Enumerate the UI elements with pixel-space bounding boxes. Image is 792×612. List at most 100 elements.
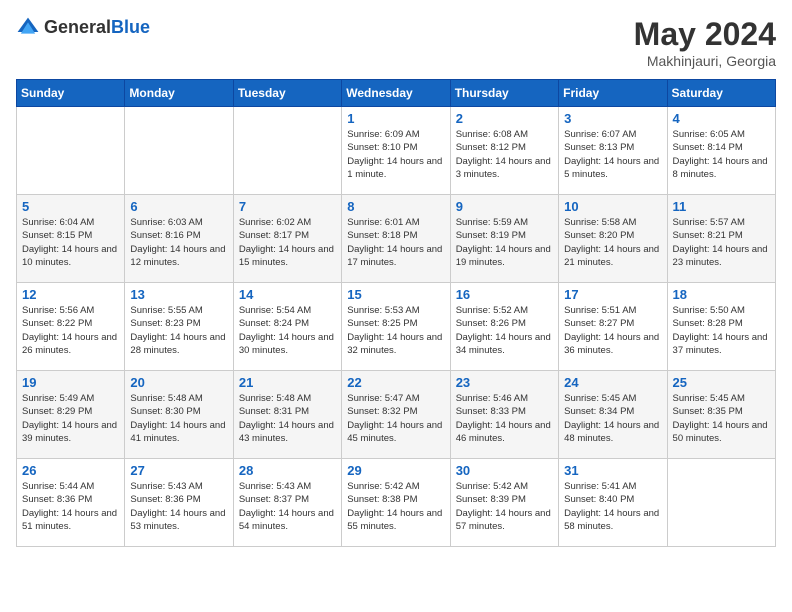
day-number: 22 [347, 375, 444, 390]
calendar-cell: 2 Sunrise: 6:08 AMSunset: 8:12 PMDayligh… [450, 107, 558, 195]
day-header: Wednesday [342, 80, 450, 107]
day-number: 27 [130, 463, 227, 478]
day-number: 26 [22, 463, 119, 478]
day-detail: Sunrise: 5:49 AMSunset: 8:29 PMDaylight:… [22, 393, 117, 444]
calendar-cell: 7 Sunrise: 6:02 AMSunset: 8:17 PMDayligh… [233, 195, 341, 283]
day-detail: Sunrise: 5:45 AMSunset: 8:34 PMDaylight:… [564, 393, 659, 444]
calendar-cell: 6 Sunrise: 6:03 AMSunset: 8:16 PMDayligh… [125, 195, 233, 283]
day-number: 18 [673, 287, 770, 302]
title-block: May 2024 Makhinjauri, Georgia [634, 16, 776, 69]
day-detail: Sunrise: 5:53 AMSunset: 8:25 PMDaylight:… [347, 305, 442, 356]
calendar-cell: 4 Sunrise: 6:05 AMSunset: 8:14 PMDayligh… [667, 107, 775, 195]
day-detail: Sunrise: 6:08 AMSunset: 8:12 PMDaylight:… [456, 129, 551, 180]
day-detail: Sunrise: 5:42 AMSunset: 8:38 PMDaylight:… [347, 481, 442, 532]
calendar-week: 5 Sunrise: 6:04 AMSunset: 8:15 PMDayligh… [17, 195, 776, 283]
day-detail: Sunrise: 5:58 AMSunset: 8:20 PMDaylight:… [564, 217, 659, 268]
calendar-week: 1 Sunrise: 6:09 AMSunset: 8:10 PMDayligh… [17, 107, 776, 195]
day-detail: Sunrise: 6:07 AMSunset: 8:13 PMDaylight:… [564, 129, 659, 180]
calendar-header: SundayMondayTuesdayWednesdayThursdayFrid… [17, 80, 776, 107]
calendar-week: 12 Sunrise: 5:56 AMSunset: 8:22 PMDaylig… [17, 283, 776, 371]
calendar-cell: 5 Sunrise: 6:04 AMSunset: 8:15 PMDayligh… [17, 195, 125, 283]
day-detail: Sunrise: 5:43 AMSunset: 8:36 PMDaylight:… [130, 481, 225, 532]
day-detail: Sunrise: 5:52 AMSunset: 8:26 PMDaylight:… [456, 305, 551, 356]
day-number: 14 [239, 287, 336, 302]
calendar-week: 26 Sunrise: 5:44 AMSunset: 8:36 PMDaylig… [17, 459, 776, 547]
day-number: 25 [673, 375, 770, 390]
day-detail: Sunrise: 5:57 AMSunset: 8:21 PMDaylight:… [673, 217, 768, 268]
day-detail: Sunrise: 5:41 AMSunset: 8:40 PMDaylight:… [564, 481, 659, 532]
day-detail: Sunrise: 6:03 AMSunset: 8:16 PMDaylight:… [130, 217, 225, 268]
calendar-cell: 17 Sunrise: 5:51 AMSunset: 8:27 PMDaylig… [559, 283, 667, 371]
day-number: 21 [239, 375, 336, 390]
calendar-table: SundayMondayTuesdayWednesdayThursdayFrid… [16, 79, 776, 547]
calendar-cell: 16 Sunrise: 5:52 AMSunset: 8:26 PMDaylig… [450, 283, 558, 371]
day-detail: Sunrise: 5:48 AMSunset: 8:31 PMDaylight:… [239, 393, 334, 444]
day-detail: Sunrise: 6:05 AMSunset: 8:14 PMDaylight:… [673, 129, 768, 180]
calendar-cell: 27 Sunrise: 5:43 AMSunset: 8:36 PMDaylig… [125, 459, 233, 547]
calendar-cell: 30 Sunrise: 5:42 AMSunset: 8:39 PMDaylig… [450, 459, 558, 547]
day-detail: Sunrise: 5:42 AMSunset: 8:39 PMDaylight:… [456, 481, 551, 532]
month-title: May 2024 [634, 16, 776, 53]
day-detail: Sunrise: 6:02 AMSunset: 8:17 PMDaylight:… [239, 217, 334, 268]
calendar-cell: 9 Sunrise: 5:59 AMSunset: 8:19 PMDayligh… [450, 195, 558, 283]
day-detail: Sunrise: 6:09 AMSunset: 8:10 PMDaylight:… [347, 129, 442, 180]
day-number: 24 [564, 375, 661, 390]
day-number: 3 [564, 111, 661, 126]
calendar-week: 19 Sunrise: 5:49 AMSunset: 8:29 PMDaylig… [17, 371, 776, 459]
calendar-cell: 21 Sunrise: 5:48 AMSunset: 8:31 PMDaylig… [233, 371, 341, 459]
calendar-cell: 26 Sunrise: 5:44 AMSunset: 8:36 PMDaylig… [17, 459, 125, 547]
header-row: SundayMondayTuesdayWednesdayThursdayFrid… [17, 80, 776, 107]
day-detail: Sunrise: 5:50 AMSunset: 8:28 PMDaylight:… [673, 305, 768, 356]
day-detail: Sunrise: 5:46 AMSunset: 8:33 PMDaylight:… [456, 393, 551, 444]
day-detail: Sunrise: 5:51 AMSunset: 8:27 PMDaylight:… [564, 305, 659, 356]
day-detail: Sunrise: 5:59 AMSunset: 8:19 PMDaylight:… [456, 217, 551, 268]
calendar-cell: 8 Sunrise: 6:01 AMSunset: 8:18 PMDayligh… [342, 195, 450, 283]
calendar-cell: 31 Sunrise: 5:41 AMSunset: 8:40 PMDaylig… [559, 459, 667, 547]
day-number: 4 [673, 111, 770, 126]
day-detail: Sunrise: 6:04 AMSunset: 8:15 PMDaylight:… [22, 217, 117, 268]
calendar-cell: 18 Sunrise: 5:50 AMSunset: 8:28 PMDaylig… [667, 283, 775, 371]
day-number: 16 [456, 287, 553, 302]
calendar-cell: 19 Sunrise: 5:49 AMSunset: 8:29 PMDaylig… [17, 371, 125, 459]
day-number: 28 [239, 463, 336, 478]
day-header: Saturday [667, 80, 775, 107]
day-detail: Sunrise: 5:54 AMSunset: 8:24 PMDaylight:… [239, 305, 334, 356]
day-detail: Sunrise: 5:44 AMSunset: 8:36 PMDaylight:… [22, 481, 117, 532]
calendar-cell: 15 Sunrise: 5:53 AMSunset: 8:25 PMDaylig… [342, 283, 450, 371]
calendar-cell: 22 Sunrise: 5:47 AMSunset: 8:32 PMDaylig… [342, 371, 450, 459]
calendar-cell [233, 107, 341, 195]
day-number: 10 [564, 199, 661, 214]
calendar-cell: 28 Sunrise: 5:43 AMSunset: 8:37 PMDaylig… [233, 459, 341, 547]
day-number: 13 [130, 287, 227, 302]
day-detail: Sunrise: 5:47 AMSunset: 8:32 PMDaylight:… [347, 393, 442, 444]
calendar-cell: 13 Sunrise: 5:55 AMSunset: 8:23 PMDaylig… [125, 283, 233, 371]
calendar-cell: 12 Sunrise: 5:56 AMSunset: 8:22 PMDaylig… [17, 283, 125, 371]
calendar-body: 1 Sunrise: 6:09 AMSunset: 8:10 PMDayligh… [17, 107, 776, 547]
day-number: 12 [22, 287, 119, 302]
calendar-cell: 24 Sunrise: 5:45 AMSunset: 8:34 PMDaylig… [559, 371, 667, 459]
calendar-cell: 25 Sunrise: 5:45 AMSunset: 8:35 PMDaylig… [667, 371, 775, 459]
day-detail: Sunrise: 5:55 AMSunset: 8:23 PMDaylight:… [130, 305, 225, 356]
calendar-cell: 29 Sunrise: 5:42 AMSunset: 8:38 PMDaylig… [342, 459, 450, 547]
day-number: 9 [456, 199, 553, 214]
day-number: 20 [130, 375, 227, 390]
day-number: 19 [22, 375, 119, 390]
day-detail: Sunrise: 5:48 AMSunset: 8:30 PMDaylight:… [130, 393, 225, 444]
calendar-cell: 3 Sunrise: 6:07 AMSunset: 8:13 PMDayligh… [559, 107, 667, 195]
calendar-cell [667, 459, 775, 547]
day-header: Monday [125, 80, 233, 107]
day-detail: Sunrise: 6:01 AMSunset: 8:18 PMDaylight:… [347, 217, 442, 268]
day-number: 11 [673, 199, 770, 214]
calendar-cell [125, 107, 233, 195]
day-header: Sunday [17, 80, 125, 107]
calendar-cell: 14 Sunrise: 5:54 AMSunset: 8:24 PMDaylig… [233, 283, 341, 371]
day-header: Friday [559, 80, 667, 107]
calendar-cell [17, 107, 125, 195]
day-number: 1 [347, 111, 444, 126]
day-number: 6 [130, 199, 227, 214]
day-detail: Sunrise: 5:45 AMSunset: 8:35 PMDaylight:… [673, 393, 768, 444]
day-number: 15 [347, 287, 444, 302]
calendar-cell: 10 Sunrise: 5:58 AMSunset: 8:20 PMDaylig… [559, 195, 667, 283]
day-number: 31 [564, 463, 661, 478]
calendar-cell: 23 Sunrise: 5:46 AMSunset: 8:33 PMDaylig… [450, 371, 558, 459]
